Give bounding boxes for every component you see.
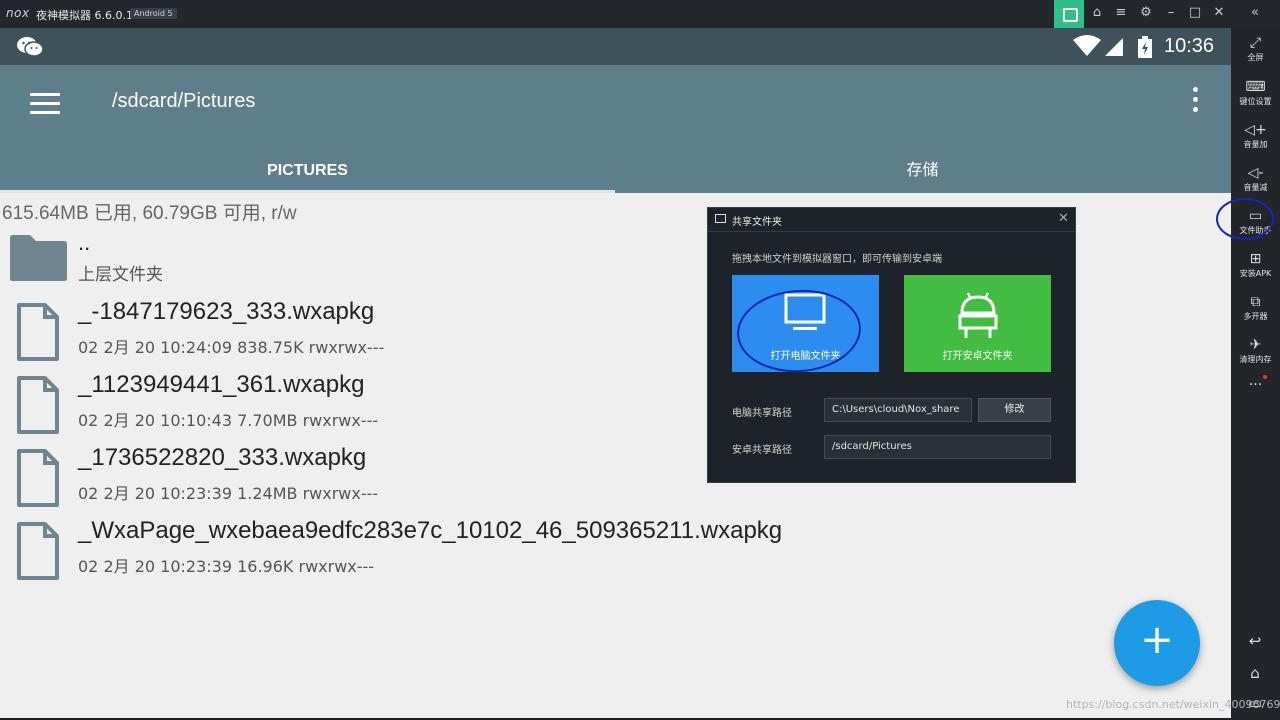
file-name: _-1847179623_333.wxapkg [78, 298, 375, 325]
monitor-icon [715, 214, 726, 223]
back-icon[interactable]: ↩ [1245, 632, 1265, 650]
app-bar: /sdcard/Pictures PICTURES 存储 [0, 65, 1231, 193]
minimize-icon[interactable]: – [1162, 5, 1180, 20]
file-meta: 02 2月 20 10:24:09 838.75K rwxrwx--- [78, 338, 385, 357]
file-meta: 02 2月 20 10:23:39 16.96K rwxrwx--- [78, 557, 375, 576]
close-icon[interactable]: ✕ [1210, 5, 1228, 20]
settings-gear-icon[interactable]: ⚙ [1137, 5, 1155, 20]
sidebar-label: 多开器 [1243, 312, 1268, 321]
parent-folder-row[interactable]: .. 上层文件夹 [0, 226, 700, 286]
more-icon: ··· [1248, 377, 1263, 393]
dialog-hint: 拖拽本地文件到模拟器窗口，即可传输到安卓端 [732, 254, 942, 265]
signal-icon [1105, 38, 1123, 56]
sidebar-label: 全屏 [1247, 53, 1264, 62]
android-share-path-label: 安卓共享路径 [732, 445, 792, 456]
overflow-menu-icon[interactable] [1193, 87, 1199, 117]
file-name: _1123949441_361.wxapkg [78, 371, 365, 398]
sidebar-item-install-apk[interactable]: ⊞ 安装APK [1231, 250, 1280, 292]
fullscreen-icon: ⤢ [1249, 35, 1262, 51]
android-share-path-field[interactable]: /sdcard/Pictures [824, 435, 1051, 459]
battery-charging-icon [1138, 36, 1152, 58]
install-apk-icon: ⊞ [1249, 251, 1262, 267]
modify-path-button[interactable]: 修改 [978, 398, 1051, 422]
nox-logo: nox [6, 6, 30, 20]
add-fab-button[interactable]: + [1114, 600, 1200, 686]
open-android-folder-label: 打开安卓文件夹 [942, 351, 1013, 362]
wifi-icon [1073, 35, 1101, 56]
volume-down-icon: ◁- [1247, 165, 1264, 181]
menu-list-icon[interactable]: ≡ [1112, 5, 1130, 20]
clean-memory-icon: ✈ [1249, 337, 1262, 353]
folder-icon [10, 235, 67, 281]
tab-pictures[interactable]: PICTURES [0, 149, 615, 193]
multi-instance-icon: ⧉ [1250, 294, 1261, 310]
file-meta: 02 2月 20 10:10:43 7.70MB rwxrwx--- [78, 411, 379, 430]
collapse-sidebar-icon[interactable]: « [1246, 5, 1264, 20]
sidebar-item-fullscreen[interactable]: ⤢ 全屏 [1231, 34, 1280, 76]
skin-icon[interactable]: ⌂ [1088, 5, 1106, 20]
emulator-sidebar: ⤢ 全屏 ⌨ 键位设置 ◁+ 音量加 ◁- 音量减 ▭ 文件助手 ⊞ 安装APK… [1231, 28, 1280, 720]
sidebar-item-clean-memory[interactable]: ✈ 清理内存 [1231, 336, 1280, 378]
file-icon [17, 376, 59, 434]
keyboard-icon: ⌨ [1245, 79, 1266, 95]
sidebar-item-volume-up[interactable]: ◁+ 音量加 [1231, 121, 1280, 163]
file-icon [17, 522, 59, 580]
volume-up-icon: ◁+ [1244, 122, 1267, 138]
storage-usage-text: 615.64MB 已用, 60.79GB 可用, r/w [2, 203, 297, 224]
maximize-icon[interactable]: □ [1186, 5, 1204, 20]
sidebar-label: 音量减 [1243, 183, 1268, 192]
sidebar-label: 清理内存 [1239, 355, 1272, 364]
file-name: _WxaPage_wxebaea9edfc283e7c_10102_46_509… [78, 517, 783, 544]
sidebar-label: 音量加 [1243, 140, 1268, 149]
dialog-title: 共享文件夹 [732, 217, 782, 228]
open-android-folder-button[interactable]: 打开安卓文件夹 [904, 275, 1051, 372]
parent-folder-name: .. [78, 230, 91, 255]
sidebar-label: 键位设置 [1239, 97, 1272, 106]
home-icon[interactable]: ⌂ [1245, 664, 1265, 682]
notification-dot [1263, 375, 1267, 379]
current-path-title: /sdcard/Pictures [112, 90, 256, 112]
sidebar-item-more[interactable]: ··· [1231, 376, 1280, 418]
pc-share-path-field[interactable]: C:\Users\cloud\Nox_share [824, 398, 972, 422]
file-meta: 02 2月 20 10:23:39 1.24MB rwxrwx--- [78, 484, 379, 503]
tab-storage[interactable]: 存储 [615, 149, 1230, 193]
android-icon [958, 292, 998, 338]
status-clock: 10:36 [1164, 35, 1215, 57]
sidebar-label: 安装APK [1239, 269, 1272, 278]
emulator-title: 夜神模拟器 6.6.0.1 [36, 9, 133, 22]
assistant-icon[interactable] [1054, 0, 1084, 28]
watermark-text: https://blog.csdn.net/weixin_40096769 [1066, 698, 1280, 711]
pc-share-path-label: 电脑共享路径 [732, 408, 792, 419]
annotation-circle [1216, 198, 1274, 240]
file-icon [17, 449, 59, 507]
file-list-item[interactable]: _WxaPage_wxebaea9edfc283e7c_10102_46_509… [0, 517, 900, 589]
file-icon [17, 303, 59, 361]
file-name: _1736522820_333.wxapkg [78, 444, 367, 471]
emulator-titlebar: nox 夜神模拟器 6.6.0.1 Android 5 ⌂ ≡ ⚙ – □ ✕ … [0, 0, 1280, 28]
android-status-bar: 10:36 [0, 28, 1231, 65]
sidebar-item-multi-instance[interactable]: ⧉ 多开器 [1231, 293, 1280, 335]
dialog-header: 共享文件夹 ✕ [708, 208, 1075, 232]
sidebar-item-keymapping[interactable]: ⌨ 键位设置 [1231, 78, 1280, 120]
hamburger-menu-icon[interactable] [30, 93, 60, 115]
dialog-close-icon[interactable]: ✕ [1058, 211, 1069, 226]
android-version-badge: Android 5 [130, 8, 177, 19]
wechat-icon [17, 37, 44, 57]
parent-folder-label: 上层文件夹 [78, 265, 163, 285]
